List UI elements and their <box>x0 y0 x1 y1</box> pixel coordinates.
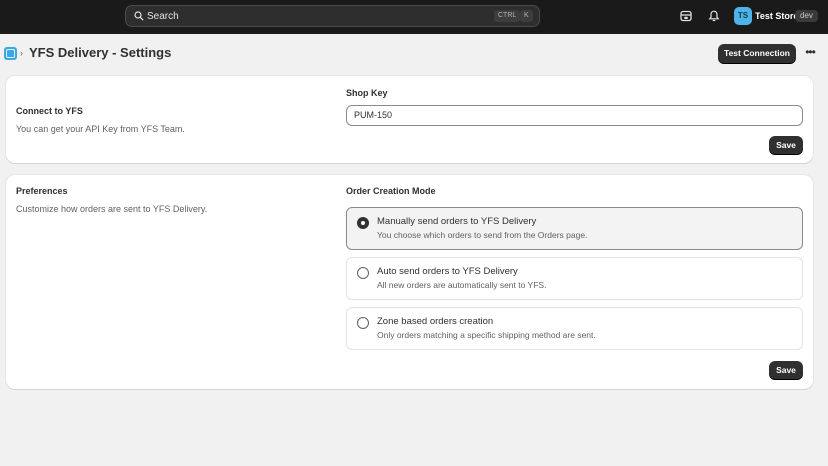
option-zone[interactable]: Zone based orders creation Only orders m… <box>346 307 803 350</box>
bell-icon[interactable] <box>708 10 720 22</box>
env-badge: dev <box>795 10 818 22</box>
option-auto[interactable]: Auto send orders to YFS Delivery All new… <box>346 257 803 300</box>
shop-key-label: Shop Key <box>346 88 388 98</box>
shortcut-k: K <box>520 10 533 22</box>
test-connection-button[interactable]: Test Connection <box>718 44 796 63</box>
radio-manual[interactable] <box>357 217 369 229</box>
radio-auto[interactable] <box>357 267 369 279</box>
connect-card: Connect to YFS You can get your API Key … <box>6 76 813 163</box>
shop-key-input[interactable]: PUM-150 <box>346 105 803 126</box>
option-auto-title: Auto send orders to YFS Delivery <box>377 266 518 277</box>
shortcut-ctrl: CTRL <box>494 10 521 22</box>
option-manual[interactable]: Manually send orders to YFS Delivery You… <box>346 207 803 250</box>
option-zone-description: Only orders matching a specific shipping… <box>377 330 596 340</box>
option-auto-description: All new orders are automatically sent to… <box>377 280 547 290</box>
app-icon[interactable] <box>4 47 17 60</box>
option-zone-title: Zone based orders creation <box>377 316 494 327</box>
store-name[interactable]: Test Store <box>755 11 798 21</box>
connect-description: You can get your API Key from YFS Team. <box>16 124 185 134</box>
top-bar: Search CTRL K TS Test Store dev <box>0 0 828 34</box>
option-manual-description: You choose which orders to send from the… <box>377 230 588 240</box>
search-label: Search <box>147 11 179 22</box>
more-actions-icon[interactable]: ••• <box>803 46 817 61</box>
search-bar[interactable]: Search CTRL K <box>125 5 540 27</box>
store-icon[interactable] <box>680 10 692 22</box>
connect-title: Connect to YFS <box>16 106 83 116</box>
preferences-title: Preferences <box>16 186 68 196</box>
option-manual-title: Manually send orders to YFS Delivery <box>377 216 537 227</box>
breadcrumb-chevron-icon: › <box>20 48 23 58</box>
page-title: YFS Delivery - Settings <box>29 45 172 60</box>
order-mode-label: Order Creation Mode <box>346 186 436 196</box>
radio-zone[interactable] <box>357 317 369 329</box>
save-shop-key-button[interactable]: Save <box>769 136 803 154</box>
avatar[interactable]: TS <box>734 7 752 25</box>
preferences-description: Customize how orders are sent to YFS Del… <box>16 204 208 214</box>
search-icon <box>134 11 144 21</box>
save-preferences-button[interactable]: Save <box>769 361 803 379</box>
preferences-card: Preferences Customize how orders are sen… <box>6 175 813 389</box>
